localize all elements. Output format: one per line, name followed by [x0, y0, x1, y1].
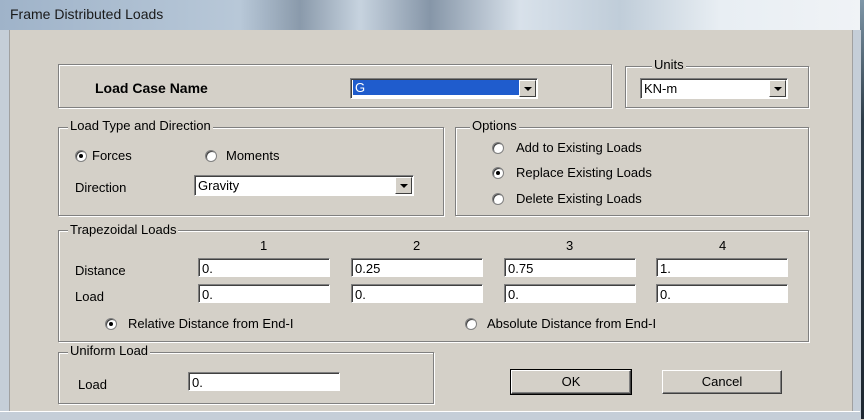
uniform-load-value: 0. — [192, 375, 203, 390]
column-header-1: 1 — [260, 238, 268, 253]
absolute-distance-radio[interactable] — [465, 318, 477, 330]
forces-radio[interactable] — [75, 150, 87, 162]
load-field-2[interactable]: 0. — [351, 284, 483, 303]
absolute-distance-label: Absolute Distance from End-I — [487, 316, 657, 331]
chevron-down-icon[interactable] — [519, 80, 536, 97]
replace-existing-label: Replace Existing Loads — [516, 165, 652, 180]
title-bar[interactable]: Frame Distributed Loads — [0, 0, 864, 30]
delete-existing-label: Delete Existing Loads — [516, 191, 642, 206]
forces-label: Forces — [92, 148, 132, 163]
direction-value: Gravity — [198, 178, 240, 193]
uniform-load-field[interactable]: 0. — [188, 372, 340, 391]
add-existing-radio[interactable] — [492, 142, 504, 154]
units-value: KN-m — [644, 81, 678, 96]
load-field-3[interactable]: 0. — [504, 284, 636, 303]
distance-field-4[interactable]: 1. — [656, 258, 788, 277]
window-frame-right — [852, 30, 861, 419]
load-case-label: Load Case Name — [95, 80, 208, 96]
column-header-3: 3 — [566, 238, 574, 253]
load-case-select[interactable]: G — [350, 78, 538, 99]
cancel-button[interactable]: Cancel — [662, 370, 782, 394]
distance-value-4: 1. — [660, 261, 671, 276]
trapezoidal-group-label: Trapezoidal Loads — [68, 222, 179, 237]
direction-select[interactable]: Gravity — [194, 175, 414, 196]
units-group-label: Units — [652, 57, 686, 72]
relative-distance-label: Relative Distance from End-I — [128, 316, 294, 331]
window-title: Frame Distributed Loads — [10, 6, 164, 22]
add-existing-label: Add to Existing Loads — [516, 140, 642, 155]
load-value-3: 0. — [508, 287, 519, 302]
options-group-label: Options — [470, 118, 519, 133]
chevron-down-icon[interactable] — [395, 177, 412, 194]
load-case-value: G — [353, 80, 521, 95]
chevron-down-icon[interactable] — [769, 80, 786, 97]
relative-distance-radio[interactable] — [105, 318, 117, 330]
column-header-2: 2 — [413, 238, 421, 253]
distance-value-1: 0. — [202, 261, 213, 276]
moments-label: Moments — [226, 148, 280, 163]
dialog-window: Frame Distributed Loads Load Case Name G… — [0, 0, 864, 420]
delete-existing-radio[interactable] — [492, 193, 504, 205]
units-select[interactable]: KN-m — [640, 78, 788, 99]
window-frame-left — [0, 30, 10, 419]
distance-value-2: 0.25 — [355, 261, 381, 276]
distance-value-3: 0.75 — [508, 261, 534, 276]
distance-field-1[interactable]: 0. — [198, 258, 330, 277]
load-value-2: 0. — [355, 287, 366, 302]
load-field-4[interactable]: 0. — [656, 284, 788, 303]
column-header-4: 4 — [719, 238, 727, 253]
moments-radio[interactable] — [205, 150, 217, 162]
distance-field-3[interactable]: 0.75 — [504, 258, 636, 277]
load-label: Load — [75, 289, 104, 304]
load-field-1[interactable]: 0. — [198, 284, 330, 303]
load-type-group-label: Load Type and Direction — [68, 118, 213, 133]
dialog-client: Load Case Name G Units KN-m Load Type an… — [10, 30, 852, 411]
uniform-load-group-label: Uniform Load — [68, 343, 151, 358]
load-value-1: 0. — [202, 287, 213, 302]
load-value-4: 0. — [660, 287, 671, 302]
replace-existing-radio[interactable] — [492, 167, 504, 179]
load-type-group — [58, 127, 444, 216]
distance-field-2[interactable]: 0.25 — [351, 258, 483, 277]
uniform-load-label: Load — [78, 377, 107, 392]
distance-label: Distance — [75, 263, 126, 278]
direction-label: Direction — [75, 180, 127, 195]
ok-button[interactable]: OK — [510, 369, 632, 395]
